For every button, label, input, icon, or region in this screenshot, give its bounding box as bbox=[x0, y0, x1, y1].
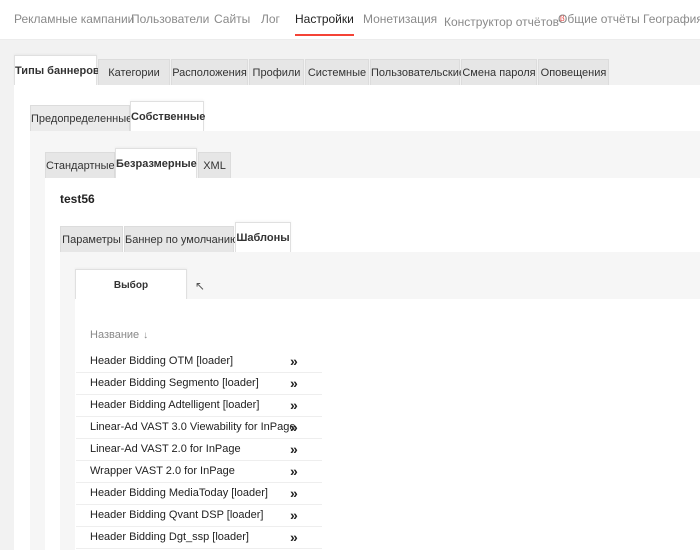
banner-source-tabs: Предопределенные Собственные bbox=[30, 101, 700, 131]
tab-sizeless[interactable]: Безразмерные bbox=[115, 148, 197, 178]
template-name: Wrapper VAST 2.0 for InPage bbox=[90, 465, 235, 477]
template-name: Header Bidding Adtelligent [loader] bbox=[90, 399, 260, 411]
tab-predefined[interactable]: Предопределенные bbox=[30, 105, 132, 131]
nav-item-monetization[interactable]: Монетизация bbox=[363, 12, 437, 26]
template-name: Header Bidding MediaToday [loader] bbox=[90, 487, 268, 499]
sort-by-name-header[interactable]: Название ↓ bbox=[90, 329, 148, 341]
double-chevron-right-icon[interactable]: » bbox=[290, 374, 298, 392]
tab-parameters[interactable]: Параметры bbox=[60, 226, 123, 252]
settings-tabs: Типы баннеров Категории Расположения Про… bbox=[14, 55, 700, 85]
template-name: Header Bidding Segmento [loader] bbox=[90, 377, 259, 389]
tab-banner-types[interactable]: Типы баннеров bbox=[14, 55, 100, 85]
own-type-tabs: Стандартные Безразмерные XML bbox=[45, 148, 700, 178]
tab-default-banner[interactable]: Баннер по умолчанию bbox=[124, 226, 238, 252]
list-item: Header Bidding Segmento [loader] » bbox=[76, 373, 322, 395]
nav-item-ad-campaigns[interactable]: Рекламные кампании bbox=[14, 12, 134, 26]
tab-categories[interactable]: Категории bbox=[98, 59, 170, 85]
banner-detail-tabs: Параметры Баннер по умолчанию Шаблоны bbox=[60, 222, 700, 252]
subtab-choose-predefined[interactable]: Выбор предзаданного bbox=[75, 269, 187, 323]
template-name: Header Bidding Dgt_ssp [loader] bbox=[90, 531, 249, 543]
nav-item-report-builder[interactable]: Конструктор отчётовβ bbox=[444, 12, 565, 29]
double-chevron-right-icon[interactable]: » bbox=[290, 462, 298, 480]
top-navigation: Рекламные кампании Пользователи Сайты Ло… bbox=[0, 0, 700, 40]
tab-change-password[interactable]: Смена пароля bbox=[461, 59, 537, 85]
nav-item-sites[interactable]: Сайты bbox=[214, 12, 250, 26]
nav-item-geography[interactable]: География bbox=[643, 12, 700, 26]
list-item: Header Bidding Adtelligent [loader] » bbox=[76, 395, 322, 417]
list-item: Header Bidding OTM [loader] » bbox=[76, 351, 322, 373]
nav-item-settings[interactable]: Настройки bbox=[295, 12, 354, 36]
double-chevron-right-icon[interactable]: » bbox=[290, 484, 298, 502]
tab-own[interactable]: Собственные bbox=[130, 101, 205, 131]
nav-item-label: Конструктор отчётов bbox=[444, 15, 559, 29]
tab-notifications[interactable]: Оповещения bbox=[538, 59, 609, 85]
tab-templates[interactable]: Шаблоны bbox=[235, 222, 291, 252]
banner-name: test56 bbox=[60, 192, 95, 206]
double-chevron-right-icon[interactable]: » bbox=[290, 396, 298, 414]
nav-item-users[interactable]: Пользователи bbox=[131, 12, 209, 26]
arrow-up-left-icon[interactable]: ↖ bbox=[195, 279, 205, 293]
double-chevron-right-icon[interactable]: » bbox=[290, 352, 298, 370]
tab-standard[interactable]: Стандартные bbox=[45, 152, 115, 178]
sort-header-label: Название bbox=[90, 329, 140, 341]
list-item: Linear-Ad VAST 3.0 Viewability for InPag… bbox=[76, 417, 322, 439]
template-name: Header Bidding Qvant DSP [loader] bbox=[90, 509, 264, 521]
double-chevron-right-icon[interactable]: » bbox=[290, 528, 298, 546]
list-item: Header Bidding Qvant DSP [loader] » bbox=[76, 505, 322, 527]
list-item: Header Bidding MediaToday [loader] » bbox=[76, 483, 322, 505]
tab-profiles[interactable]: Профили bbox=[249, 59, 304, 85]
tab-system[interactable]: Системные bbox=[305, 59, 369, 85]
template-name: Linear-Ad VAST 2.0 for InPage bbox=[90, 443, 241, 455]
list-item: Header Bidding Dgt_ssp [loader] » bbox=[76, 527, 322, 549]
tab-xml[interactable]: XML bbox=[198, 152, 231, 178]
double-chevron-right-icon[interactable]: » bbox=[290, 506, 298, 524]
tab-placements[interactable]: Расположения bbox=[171, 59, 248, 85]
nav-item-general-reports[interactable]: Общие отчёты bbox=[558, 12, 640, 26]
template-name: Header Bidding OTM [loader] bbox=[90, 355, 234, 367]
double-chevron-right-icon[interactable]: » bbox=[290, 418, 298, 436]
list-item: Wrapper VAST 2.0 for InPage » bbox=[76, 461, 322, 483]
tab-custom[interactable]: Пользовательские bbox=[370, 59, 465, 85]
list-item: Linear-Ad VAST 2.0 for InPage » bbox=[76, 439, 322, 461]
sort-desc-icon: ↓ bbox=[143, 330, 149, 341]
nav-item-log[interactable]: Лог bbox=[261, 12, 280, 26]
double-chevron-right-icon[interactable]: » bbox=[290, 440, 298, 458]
template-name: Linear-Ad VAST 3.0 Viewability for InPag… bbox=[90, 421, 296, 433]
